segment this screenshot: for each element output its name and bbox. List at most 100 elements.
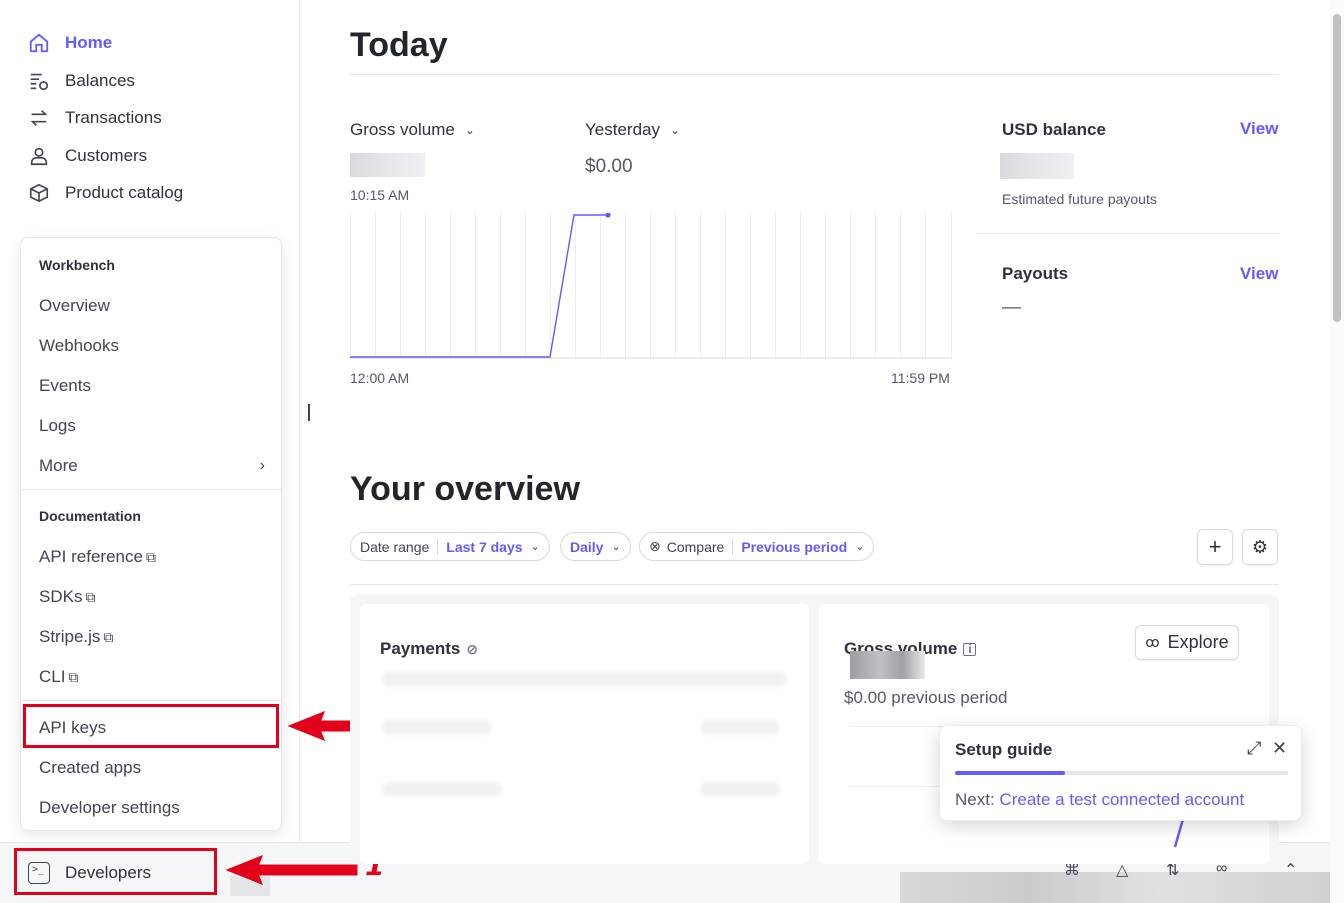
- settings-button[interactable]: ⚙: [1242, 529, 1278, 565]
- interval-value: Daily: [570, 538, 604, 555]
- documentation-heading: Documentation: [39, 508, 141, 524]
- chevron-down-icon: ⌄: [855, 541, 865, 553]
- menu-api-reference-label: API reference: [39, 547, 143, 566]
- nav-balances-label: Balances: [65, 71, 135, 90]
- product-catalog-icon: [28, 182, 50, 204]
- explore-button[interactable]: ꝏ Explore: [1135, 625, 1239, 660]
- binoculars-icon: ꝏ: [1145, 634, 1160, 650]
- menu-cli-label: CLI: [39, 667, 66, 686]
- nav-transactions-label: Transactions: [65, 108, 162, 127]
- overview-title: Your overview: [350, 470, 580, 508]
- nav-home[interactable]: Home: [28, 29, 112, 57]
- plus-icon: +: [1208, 534, 1222, 559]
- blurred-row: [382, 672, 787, 686]
- menu-more-label: More: [39, 456, 78, 475]
- menu-events[interactable]: Events: [39, 376, 91, 396]
- workbench-heading: Workbench: [39, 257, 115, 273]
- payouts-value: —: [1002, 297, 1021, 318]
- payments-title-label: Payments: [380, 639, 461, 658]
- scrollbar[interactable]: [1330, 0, 1344, 903]
- blurred-row: [382, 720, 492, 734]
- close-icon[interactable]: ✕: [1272, 738, 1287, 759]
- setup-guide-title: Setup guide: [955, 740, 1053, 759]
- compare-value: Previous period: [741, 538, 848, 555]
- eye-off-icon: ⊘: [466, 640, 479, 657]
- menu-divider: [21, 489, 281, 490]
- menu-cli[interactable]: CLI ⧉: [39, 667, 78, 687]
- date-range-filter[interactable]: Date range Last 7 days ⌄: [350, 532, 550, 561]
- chevron-up-icon[interactable]: ⌃: [1284, 860, 1297, 880]
- expand-icon[interactable]: ⤢: [1247, 738, 1261, 759]
- menu-overview-label: Overview: [39, 296, 110, 315]
- setup-next-link[interactable]: Create a test connected account: [999, 790, 1244, 809]
- external-link-icon: ⧉: [68, 668, 79, 685]
- clear-circle-icon[interactable]: ⊗: [649, 538, 661, 555]
- nav-customers[interactable]: Customers: [28, 142, 147, 170]
- menu-developer-settings[interactable]: Developer settings: [39, 798, 180, 818]
- date-range-label: Date range: [360, 538, 430, 555]
- usd-balance-view-link[interactable]: View: [1240, 119, 1278, 139]
- external-link-icon: ⧉: [85, 588, 96, 605]
- nav-customers-label: Customers: [65, 146, 148, 165]
- menu-logs[interactable]: Logs: [39, 416, 76, 436]
- usd-balance-title: USD balance: [1002, 120, 1106, 139]
- gross-volume-line: [350, 214, 608, 358]
- gridline: [849, 726, 949, 727]
- info-icon[interactable]: i: [963, 642, 977, 656]
- blurred-region: [900, 872, 1330, 903]
- resize-handle[interactable]: [308, 404, 310, 421]
- blurred-amount: [1000, 153, 1074, 179]
- menu-overview[interactable]: Overview: [39, 296, 110, 316]
- payouts-view-link[interactable]: View: [1240, 264, 1278, 284]
- menu-api-reference[interactable]: API reference ⧉: [39, 547, 156, 567]
- annotation-arrow-1: [222, 853, 359, 887]
- blurred-row: [382, 782, 502, 796]
- blurred-amount: [350, 153, 425, 177]
- today-chart[interactable]: [350, 213, 952, 359]
- divider: [350, 584, 1279, 585]
- menu-more[interactable]: More ›: [39, 456, 265, 476]
- gross-volume-mini-line: [1173, 819, 1185, 848]
- menu-webhooks[interactable]: Webhooks: [39, 336, 119, 356]
- blurred-row: [700, 720, 780, 734]
- estimated-future-payouts: Estimated future payouts: [1002, 191, 1157, 207]
- scrollbar-thumb[interactable]: [1333, 14, 1341, 322]
- nav-home-label: Home: [65, 33, 113, 52]
- gridline: [849, 786, 949, 787]
- transactions-icon: [28, 107, 50, 129]
- page-title: Today: [350, 26, 448, 64]
- nav-product-catalog[interactable]: Product catalog: [28, 179, 183, 207]
- payments-title: Payments ⊘: [380, 639, 478, 659]
- gross-volume-time: 10:15 AM: [350, 187, 410, 203]
- date-range-value: Last 7 days: [446, 538, 523, 555]
- interval-filter[interactable]: Daily ⌄: [560, 532, 631, 561]
- chevron-down-icon: ⌄: [530, 541, 540, 553]
- gross-volume-selector[interactable]: Gross volume ⌄: [350, 120, 475, 140]
- compare-filter[interactable]: ⊗ Compare Previous period ⌄: [639, 532, 875, 561]
- add-chart-button[interactable]: +: [1197, 529, 1233, 565]
- menu-logs-label: Logs: [39, 416, 76, 435]
- menu-sdks[interactable]: SDKs ⧉: [39, 587, 95, 607]
- yesterday-selector[interactable]: Yesterday ⌄: [585, 120, 680, 140]
- external-link-icon: ⧉: [145, 548, 156, 565]
- menu-stripejs[interactable]: Stripe.js ⧉: [39, 627, 113, 647]
- yesterday-label: Yesterday: [585, 120, 660, 139]
- menu-created-apps[interactable]: Created apps: [39, 758, 141, 778]
- yesterday-value: $0.00: [585, 156, 633, 177]
- nav-balances[interactable]: Balances: [28, 67, 135, 95]
- customers-icon: [28, 145, 50, 167]
- nav-product-catalog-label: Product catalog: [65, 183, 184, 202]
- blurred-row: [700, 782, 780, 796]
- setup-guide-panel[interactable]: Setup guide ⤢ ✕ Next: Create a test conn…: [939, 725, 1302, 821]
- payments-card[interactable]: Payments ⊘: [360, 604, 809, 864]
- external-link-icon: ⧉: [103, 628, 114, 645]
- nav-transactions[interactable]: Transactions: [28, 104, 162, 132]
- divider: [977, 233, 1279, 234]
- setup-next: Next: Create a test connected account: [955, 790, 1244, 810]
- menu-sdks-label: SDKs: [39, 587, 83, 606]
- chevron-down-icon: ⌄: [611, 541, 621, 553]
- payouts-title: Payouts: [1002, 264, 1069, 283]
- previous-period-value: $0.00 previous period: [844, 688, 1008, 707]
- current-point: [605, 213, 611, 218]
- blurred-amount: [850, 651, 925, 679]
